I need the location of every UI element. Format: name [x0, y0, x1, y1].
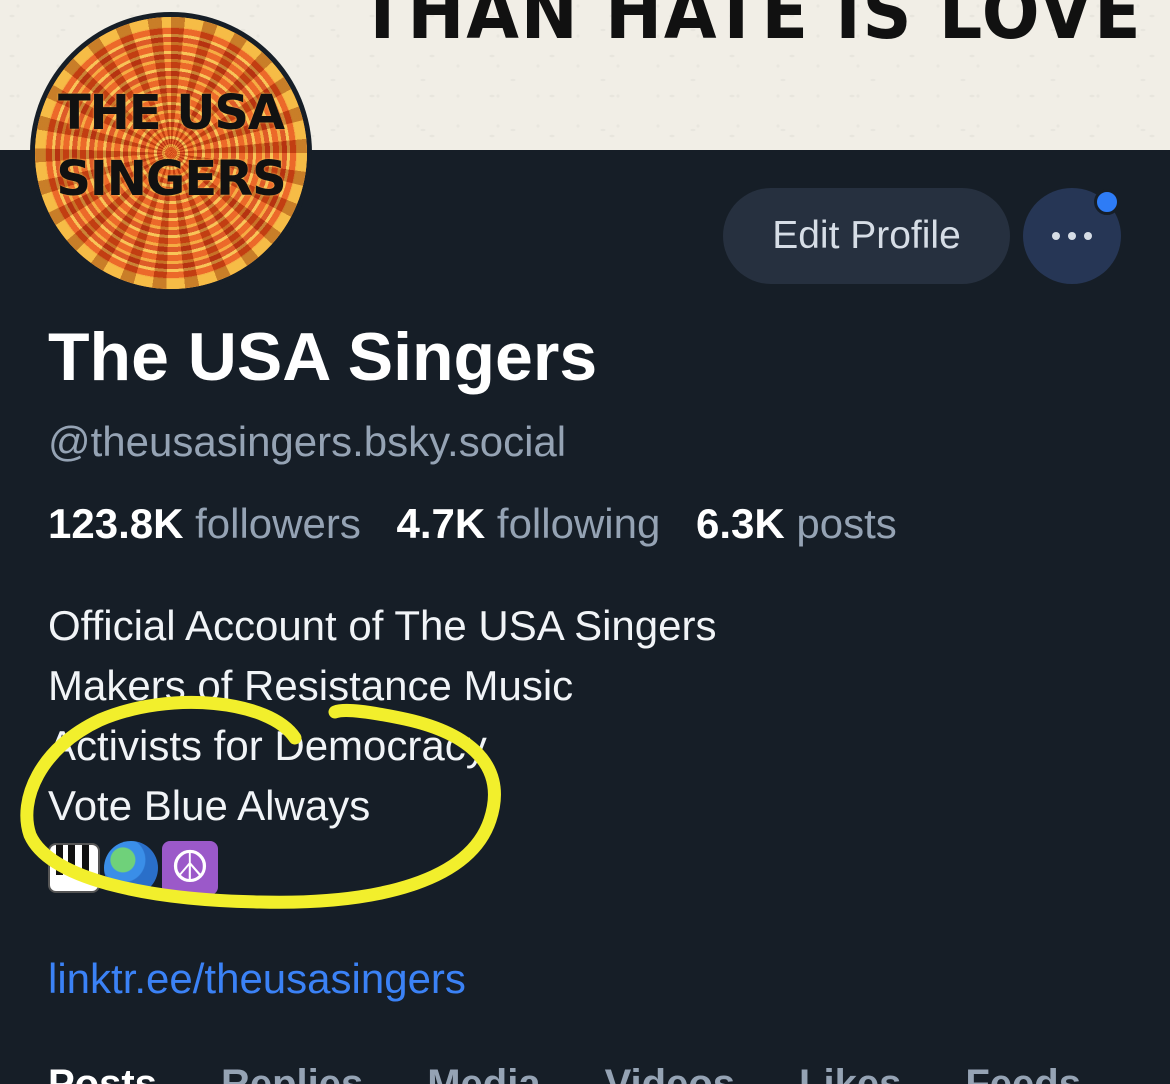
tab-posts[interactable]: Posts	[48, 1062, 157, 1084]
edit-profile-button[interactable]: Edit Profile	[723, 188, 1010, 284]
profile-tabs: Posts Replies Media Videos Likes Feeds	[48, 1062, 1081, 1084]
bio-line: Makers of Resistance Music	[48, 662, 574, 709]
following-count: 4.7K	[396, 500, 486, 547]
profile-handle: @theusasingers.bsky.social	[48, 418, 567, 465]
followers-stat[interactable]: 123.8K followers	[48, 500, 361, 547]
ellipsis-icon	[1052, 232, 1092, 240]
avatar-image: THE USA SINGERS	[35, 17, 307, 289]
tab-media[interactable]: Media	[427, 1062, 540, 1084]
posts-stat: 6.3K posts	[696, 500, 897, 547]
avatar-text-line2: SINGERS	[56, 151, 286, 207]
profile-bio: Official Account of The USA Singers Make…	[48, 596, 716, 898]
banner-text: THAN HATE IS LOVE	[358, 0, 1142, 56]
followers-label: followers	[195, 500, 361, 547]
bio-line: Activists for Democracy	[48, 722, 487, 769]
profile-link[interactable]: linktr.ee/theusasingers	[48, 955, 466, 1003]
display-name: The USA Singers	[48, 319, 598, 395]
followers-count: 123.8K	[48, 500, 184, 547]
profile-page: THAN HATE IS LOVE THE USA SINGERS Edit P…	[0, 0, 1170, 1084]
tab-feeds[interactable]: Feeds	[965, 1062, 1081, 1084]
bio-line: Vote Blue Always	[48, 782, 371, 829]
following-label: following	[496, 500, 661, 547]
bio-emoji-row: ☮	[48, 838, 716, 898]
tab-videos[interactable]: Videos	[605, 1062, 735, 1084]
avatar[interactable]: THE USA SINGERS	[30, 12, 312, 294]
peace-symbol-icon: ☮	[162, 841, 218, 895]
avatar-text-line1: THE USA	[57, 85, 285, 141]
bio-line: Official Account of The USA Singers	[48, 602, 717, 649]
globe-icon	[104, 841, 158, 895]
posts-count: 6.3K	[696, 500, 785, 547]
tab-likes[interactable]: Likes	[799, 1062, 901, 1084]
posts-label: posts	[796, 500, 897, 547]
profile-stats: 123.8K followers 4.7K following 6.3K pos…	[48, 500, 921, 548]
tab-replies[interactable]: Replies	[221, 1062, 363, 1084]
piano-icon	[48, 843, 100, 893]
following-stat[interactable]: 4.7K following	[397, 500, 661, 547]
notification-dot	[1094, 189, 1120, 215]
